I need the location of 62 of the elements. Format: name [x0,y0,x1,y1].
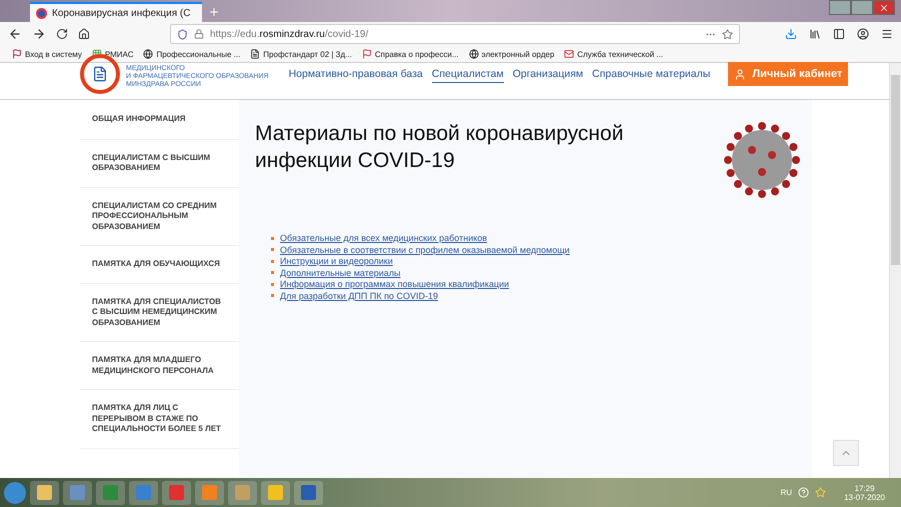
bullet-icon [271,236,274,240]
site-favicon [36,8,47,18]
bullet-icon [271,271,274,274]
bookmark-link[interactable]: Профстандарт 02 | Зд... [250,49,352,59]
bullet-icon [271,282,274,286]
nav-link[interactable]: Справочные материалы [592,68,710,82]
help-icon[interactable] [798,487,810,498]
bullet-icon [271,248,274,251]
globe-icon [143,49,154,59]
bookmark-link[interactable]: Вход в систему [12,49,82,59]
scrollbar[interactable] [889,63,901,478]
back-icon[interactable] [8,27,22,41]
account-icon[interactable] [857,28,869,40]
material-link[interactable]: Информация о программах повышения квалификации [280,279,510,289]
material-link[interactable]: Инструкции и видеоролики [280,256,393,266]
nav-link[interactable]: Специалистам [432,68,504,82]
taskbar-app[interactable] [294,480,323,504]
app-icon [169,485,184,500]
material-link[interactable]: Обязательные для всех медицинских работников [280,233,488,243]
close-button[interactable] [873,0,895,15]
reload-icon[interactable] [56,28,68,40]
material-link[interactable]: Дополнительные материалы [280,268,401,278]
taskbar-app[interactable] [228,480,257,504]
address-bar[interactable]: https://edu.rosminzdrav.ru/covid-19/ [170,24,740,44]
browser-tab[interactable]: Коронавирусная инфекция (С [30,2,202,22]
start-button[interactable] [4,482,26,504]
bookmark-link[interactable]: РМИАС [92,49,134,59]
globe-icon [468,49,479,59]
maximize-button[interactable] [851,0,873,15]
bookmark-link[interactable]: Справка о професси... [362,49,459,59]
bookmark-link[interactable]: Служба технической ... [564,49,664,59]
material-link[interactable]: Обязательные в соответствии с профилем оказываемой медпомощи [280,244,570,254]
download-icon[interactable] [785,28,797,40]
sidebar-icon[interactable] [833,28,845,40]
taskbar-app[interactable] [63,480,92,504]
material-link[interactable]: Для разработки ДПП ПК по COVID-19 [280,290,438,300]
taskbar-app[interactable] [30,480,59,504]
menu-icon[interactable] [881,28,893,40]
new-tab-icon[interactable] [208,6,220,18]
bullet-icon [271,260,274,262]
app-icon [235,485,250,500]
library-icon[interactable] [809,28,821,40]
app-icon [268,485,283,500]
shield-icon[interactable] [177,28,188,40]
nav-link[interactable]: Нормативно-правовая база [288,68,423,82]
page-title: Материалы по новой коронавирусной инфекции COVID-19 [255,121,624,174]
bookmark-link[interactable]: Профессиональные ... [143,49,240,59]
lock-icon [194,29,204,39]
taskbar-app[interactable] [195,480,224,504]
flag-icon [362,49,372,59]
app-icon [70,485,85,500]
home-icon[interactable] [78,28,90,40]
nav-link[interactable]: Организациям [512,68,584,82]
user-icon [734,68,746,80]
page-icon [250,49,260,59]
forward-icon[interactable] [32,27,46,41]
taskbar-app[interactable] [261,480,290,504]
star-icon[interactable] [815,487,826,498]
bookmark-star-icon[interactable] [722,28,733,40]
minimize-button[interactable] [829,0,851,15]
bookmark-link[interactable]: электронный ордер [468,49,554,59]
bullet-icon [271,294,274,297]
